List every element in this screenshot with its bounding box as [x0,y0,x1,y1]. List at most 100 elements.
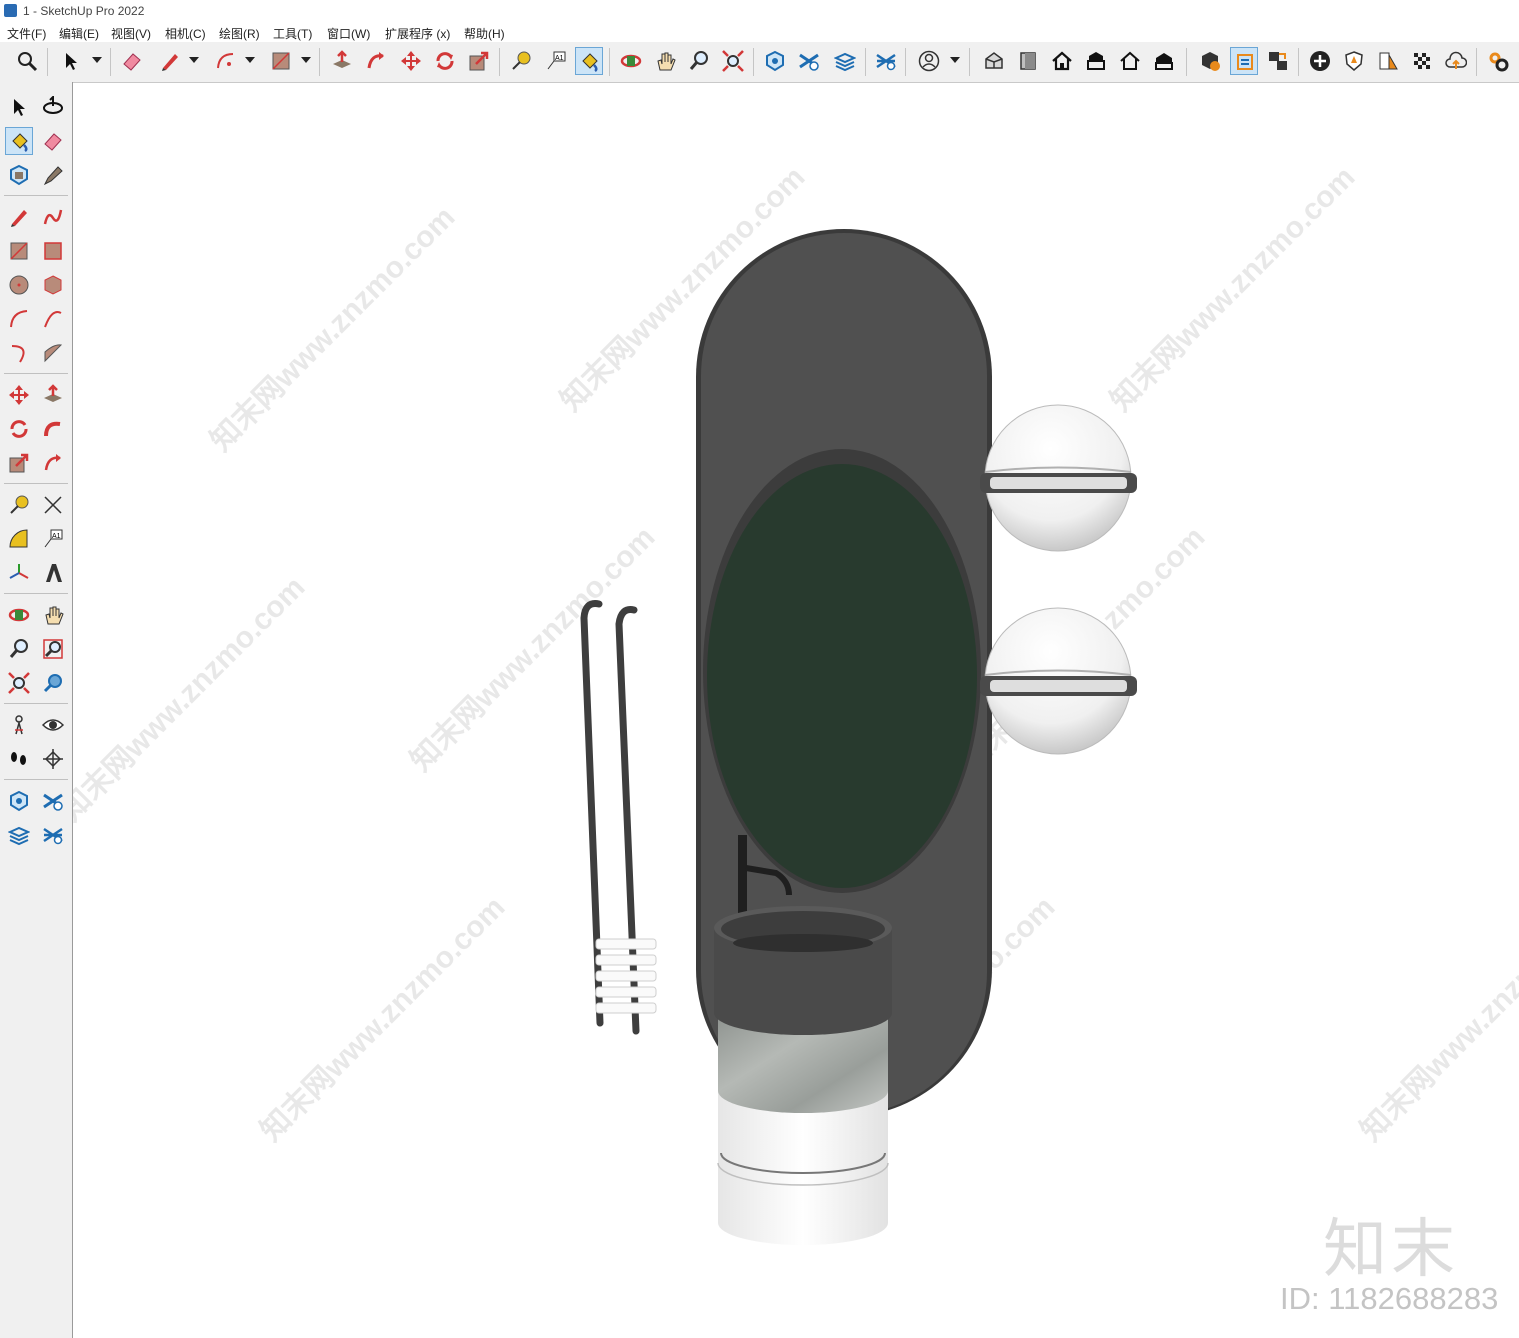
follow-me-icon[interactable] [362,47,390,75]
arc-icon[interactable] [212,47,240,75]
checker-icon[interactable] [1408,47,1436,75]
look-around-icon[interactable] [39,711,67,739]
orbit-icon[interactable] [5,601,33,629]
paint-bucket-icon[interactable] [5,127,33,155]
rotated-rectangle-icon[interactable] [39,237,67,265]
home-icon[interactable] [1048,47,1076,75]
orbit-icon[interactable] [617,47,645,75]
section-plane-icon[interactable] [39,745,67,773]
cloud-icon[interactable] [1442,47,1470,75]
menu-camera[interactable]: 相机(C) [165,25,206,42]
scenes-icon[interactable] [1264,47,1292,75]
tape-measure-icon[interactable] [5,491,33,519]
layers-icon[interactable] [39,787,67,815]
zoom-window-icon[interactable] [39,635,67,663]
component-icon[interactable] [5,787,33,815]
rotate-icon[interactable] [431,47,459,75]
text-icon[interactable]: A1 [39,525,67,553]
axes-icon[interactable] [5,559,33,587]
scale-icon[interactable] [465,47,493,75]
rectangle-icon[interactable] [5,237,33,265]
3-point-arc-icon[interactable] [39,339,67,367]
model-viewport[interactable]: 知末网www.znzmo.com 知末网www.znzmo.com 知末网www… [73,83,1519,1338]
svg-text:A1: A1 [555,55,564,62]
rotate-icon[interactable] [5,415,33,443]
freehand-icon[interactable] [39,203,67,231]
toolbar-separator [4,593,68,594]
add-icon[interactable] [1306,47,1334,75]
tag-icon[interactable] [39,161,67,189]
arc-icon[interactable] [5,305,33,333]
menu-draw[interactable]: 绘图(R) [219,25,260,42]
orbit-icon[interactable] [39,93,67,121]
protractor-icon[interactable] [5,525,33,553]
push-pull-icon[interactable] [328,47,356,75]
text-icon[interactable]: A1 [542,47,570,75]
menu-edit[interactable]: 编辑(E) [59,25,99,42]
chevron-down-icon[interactable] [92,56,102,64]
chevron-down-icon[interactable] [950,56,960,64]
component-icon[interactable] [761,47,789,75]
push-pull-icon[interactable] [39,381,67,409]
menu-extensions[interactable]: 扩展程序 (x) [385,25,450,42]
back-view-icon[interactable] [1082,47,1110,75]
zoom-icon[interactable] [685,47,713,75]
styles-icon[interactable] [872,47,900,75]
pencil-icon[interactable] [5,203,33,231]
2-point-arc-icon[interactable] [39,305,67,333]
shield-icon[interactable] [1340,47,1368,75]
pan-icon[interactable] [651,47,679,75]
paint-bucket-icon[interactable] [575,47,603,75]
chevron-down-icon[interactable] [245,56,255,64]
scale-icon[interactable] [5,449,33,477]
account-icon[interactable] [915,47,943,75]
select-icon[interactable] [5,93,33,121]
outline-view-icon[interactable] [1116,47,1144,75]
chevron-down-icon[interactable] [189,56,199,64]
position-camera-icon[interactable] [5,711,33,739]
eraser-icon[interactable] [39,127,67,155]
move-icon[interactable] [5,381,33,409]
tape-measure-icon[interactable] [507,47,535,75]
left-toolbar: A1 [0,82,73,1338]
pan-icon[interactable] [39,601,67,629]
tags-icon[interactable] [831,47,859,75]
menu-file[interactable]: 文件(F) [7,25,46,42]
styles-icon[interactable] [39,821,67,849]
3d-text-icon[interactable] [39,559,67,587]
circle-icon[interactable] [5,271,33,299]
zoom-extents-icon[interactable] [719,47,747,75]
tags-icon[interactable] [5,821,33,849]
menu-view[interactable]: 视图(V) [111,25,151,42]
follow-me-icon[interactable] [39,415,67,443]
pencil-icon[interactable] [156,47,184,75]
search-icon[interactable] [13,47,41,75]
eraser-icon[interactable] [118,47,146,75]
walk-icon[interactable] [5,745,33,773]
outliner-icon[interactable] [1230,47,1258,75]
front-view-icon[interactable] [1014,47,1042,75]
settings-icon[interactable] [1484,47,1512,75]
select-icon[interactable] [57,47,85,75]
toolbar-separator [1298,48,1299,76]
menu-tools[interactable]: 工具(T) [273,25,312,42]
offset-icon[interactable] [39,449,67,477]
extension-warehouse-icon[interactable] [1196,47,1224,75]
menu-window[interactable]: 窗口(W) [327,25,370,42]
rectangle-icon[interactable] [267,47,295,75]
zoom-icon[interactable] [5,635,33,663]
material-icon[interactable] [1374,47,1402,75]
dimension-icon[interactable] [39,491,67,519]
section-view-icon[interactable] [1150,47,1178,75]
layers-icon[interactable] [795,47,823,75]
zoom-extents-icon[interactable] [5,669,33,697]
previous-view-icon[interactable] [39,669,67,697]
polygon-icon[interactable] [39,271,67,299]
menu-help[interactable]: 帮助(H) [464,25,505,42]
chevron-down-icon[interactable] [301,56,311,64]
iso-view-icon[interactable] [980,47,1008,75]
move-icon[interactable] [397,47,425,75]
component-icon[interactable] [5,161,33,189]
toolbar-separator [609,48,610,76]
pie-icon[interactable] [5,339,33,367]
